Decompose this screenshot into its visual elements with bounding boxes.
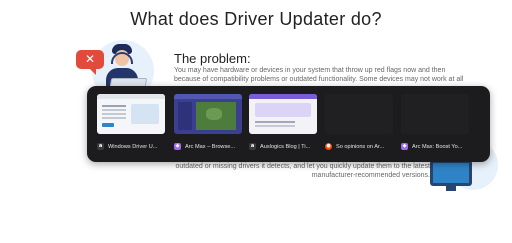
solution-text: outdated or missing drivers it detects, … [130, 162, 430, 181]
tab-switcher: a Windows Driver U... ◆ Arc Max – Browse… [87, 86, 490, 162]
solution-line: manufacturer-recommended versions. [311, 172, 430, 180]
switcher-tab[interactable]: ● So opinions on Ar... [325, 94, 393, 154]
switcher-tab[interactable]: a Windows Driver U... [97, 94, 165, 154]
arc-icon: ◆ [401, 143, 408, 150]
page-title: What does Driver Updater do? [130, 9, 382, 29]
error-bubble: ✕ [76, 50, 104, 75]
tab-title: Arc Max: Boost Yo... [412, 143, 463, 150]
problem-line: You may have hardware or devices in your… [174, 67, 446, 74]
monitor-icon [430, 160, 472, 186]
problem-text: You may have hardware or devices in your… [174, 66, 512, 85]
auslogics-icon: a [249, 143, 256, 150]
switcher-tab[interactable]: ◆ Arc Max: Boost Yo... [401, 94, 469, 154]
problem-heading: The problem: [174, 51, 251, 66]
monitor-stand [446, 186, 456, 191]
tab-thumbnail [401, 94, 469, 134]
tab-title: So opinions on Ar... [336, 143, 385, 150]
tab-thumbnail [174, 94, 242, 134]
auslogics-icon: a [97, 143, 104, 150]
tab-title: Windows Driver U... [108, 143, 158, 150]
problem-line: because of compatibility problems or out… [174, 76, 464, 84]
tab-thumbnail [249, 94, 317, 134]
switcher-tab[interactable]: ◆ Arc Max – Browse... [174, 94, 242, 154]
tab-thumbnail [97, 94, 165, 134]
tab-title: Arc Max – Browse... [185, 143, 236, 150]
reddit-icon: ● [325, 143, 332, 150]
arc-icon: ◆ [174, 143, 181, 150]
switcher-tab[interactable]: a Auslogics Blog | Ti... [249, 94, 317, 154]
tab-title: Auslogics Blog | Ti... [260, 143, 311, 150]
tab-thumbnail [325, 94, 393, 134]
solution-line: outdated or missing drivers it detects, … [175, 163, 430, 170]
close-icon: ✕ [84, 52, 96, 66]
